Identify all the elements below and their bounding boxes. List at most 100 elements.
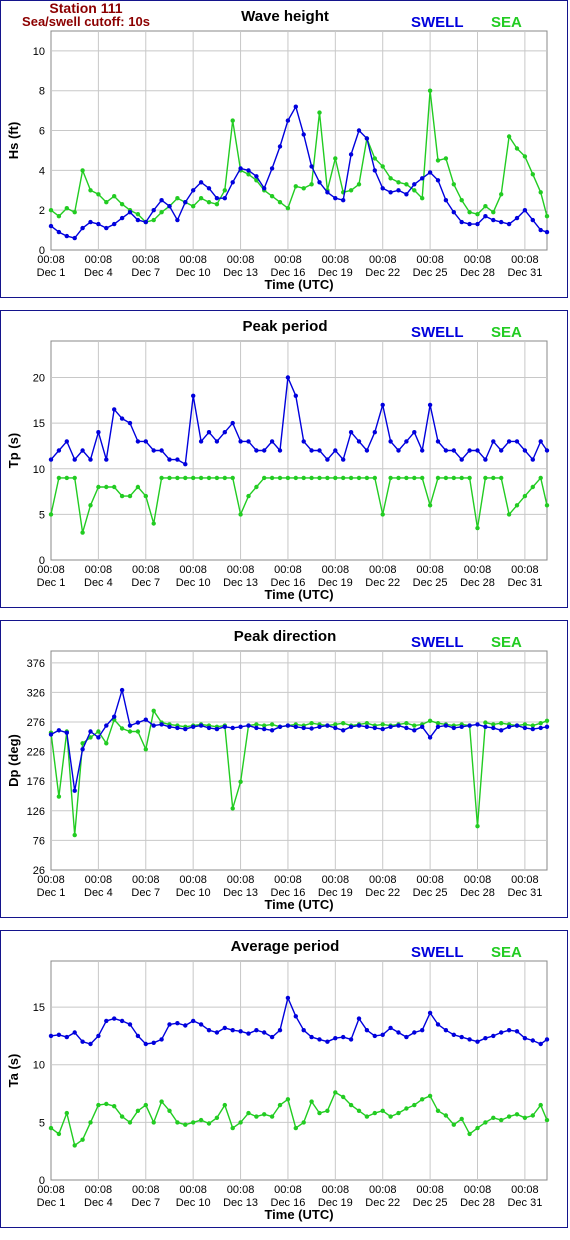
swell-point bbox=[475, 722, 480, 727]
swell-point bbox=[56, 448, 62, 453]
sea-point bbox=[483, 204, 488, 209]
x-tick-time: 00:08 bbox=[85, 564, 113, 576]
swell-point bbox=[143, 1041, 148, 1047]
swell-point bbox=[175, 457, 180, 462]
swell-point bbox=[372, 168, 377, 173]
swell-point bbox=[159, 1037, 164, 1042]
swell-point bbox=[348, 724, 354, 729]
sea-point bbox=[356, 1108, 362, 1113]
legend-swell: SWELL bbox=[411, 14, 464, 31]
sea-point bbox=[372, 1110, 377, 1116]
sea-point bbox=[301, 1120, 306, 1125]
x-tick-time: 00:08 bbox=[85, 874, 113, 886]
sea-point bbox=[135, 1108, 141, 1113]
x-tick-time: 00:08 bbox=[132, 564, 160, 576]
x-tick-date: Dec 31 bbox=[507, 577, 542, 589]
sea-point bbox=[420, 196, 425, 201]
swell-point bbox=[427, 170, 433, 175]
y-tick-label: 15 bbox=[33, 418, 45, 430]
x-tick-date: Dec 7 bbox=[131, 267, 160, 279]
swell-point bbox=[56, 1032, 62, 1037]
sea-point bbox=[475, 824, 480, 829]
chart-title: Peak period bbox=[242, 318, 327, 335]
swell-point bbox=[514, 215, 520, 221]
sea-point bbox=[112, 194, 117, 199]
swell-point bbox=[96, 1033, 101, 1039]
sea-point bbox=[151, 1120, 156, 1125]
sea-point bbox=[348, 475, 354, 481]
swell-point bbox=[104, 723, 109, 728]
swell-point bbox=[112, 714, 117, 719]
sea-point bbox=[151, 521, 156, 526]
swell-point bbox=[206, 186, 212, 191]
legend-swell: SWELL bbox=[411, 634, 464, 651]
sea-point bbox=[175, 1120, 180, 1125]
sea-point bbox=[48, 512, 54, 517]
sea-point bbox=[301, 186, 306, 191]
x-tick-date: Dec 7 bbox=[131, 577, 160, 589]
swell-point bbox=[191, 1018, 196, 1024]
swell-point bbox=[301, 132, 306, 137]
swell-point bbox=[88, 457, 93, 462]
swell-point bbox=[522, 208, 528, 213]
y-axis-label: Ta (s) bbox=[6, 1054, 21, 1088]
swell-point bbox=[459, 219, 464, 225]
swell-point bbox=[372, 1033, 377, 1039]
peak-period-chart: 0510152000:08Dec 100:08Dec 400:08Dec 700… bbox=[6, 318, 550, 602]
sea-point bbox=[159, 475, 164, 481]
sea-point bbox=[491, 1115, 496, 1120]
y-axis-label: Hs (ft) bbox=[6, 122, 21, 160]
swell-point bbox=[183, 726, 188, 732]
swell-point bbox=[412, 182, 417, 187]
swell-point bbox=[530, 217, 535, 223]
x-tick-date: Dec 4 bbox=[84, 1197, 113, 1209]
swell-point bbox=[167, 1022, 172, 1027]
average-period-panel: 0 5 10 15 00:08 Dec 1 00:08 Dec 4 00:08 Dec 7 00:0… bbox=[0, 930, 568, 1228]
swell-point bbox=[198, 1022, 204, 1027]
swell-point bbox=[88, 219, 93, 225]
swell-point bbox=[356, 1016, 362, 1021]
sea-point bbox=[459, 198, 464, 203]
sea-point bbox=[143, 1102, 148, 1108]
sea-point bbox=[459, 475, 464, 481]
sea-point bbox=[64, 206, 69, 211]
peak-period-panel: 0 5 10 15 20 00:08 Dec 1 00:08 Dec 4 00:08 Dec 7 00… bbox=[0, 310, 568, 608]
swell-point bbox=[175, 1021, 180, 1026]
swell-point bbox=[222, 1025, 227, 1031]
sea-point bbox=[262, 1112, 267, 1117]
sea-point bbox=[506, 512, 512, 517]
swell-point bbox=[333, 448, 338, 453]
swell-point bbox=[293, 1014, 298, 1019]
swell-point bbox=[175, 217, 180, 223]
swell-point bbox=[262, 186, 267, 191]
swell-point bbox=[198, 439, 204, 444]
sea-point bbox=[56, 794, 62, 799]
x-axis-label: Time (UTC) bbox=[264, 897, 333, 912]
sea-point bbox=[364, 475, 370, 481]
swell-point bbox=[214, 726, 220, 732]
swell-point bbox=[119, 1018, 125, 1024]
swell-point bbox=[104, 457, 109, 462]
sea-point bbox=[506, 1114, 512, 1119]
sea-point bbox=[206, 1121, 212, 1126]
y-tick-label: 2 bbox=[39, 205, 45, 217]
swell-point bbox=[285, 118, 291, 123]
y-tick-label: 10 bbox=[33, 1060, 45, 1072]
swell-point bbox=[143, 439, 148, 444]
sea-point bbox=[112, 484, 117, 490]
x-tick-date: Dec 31 bbox=[507, 1197, 542, 1209]
swell-point bbox=[238, 439, 243, 444]
swell-point bbox=[206, 725, 212, 731]
swell-point bbox=[285, 995, 291, 1001]
swell-point bbox=[491, 1033, 496, 1039]
swell-point bbox=[491, 439, 496, 444]
sea-point bbox=[262, 475, 267, 481]
swell-point bbox=[214, 196, 220, 201]
swell-point bbox=[230, 725, 235, 731]
swell-point bbox=[435, 178, 441, 183]
swell-point bbox=[262, 726, 267, 732]
swell-point bbox=[96, 735, 101, 740]
x-tick-date: Dec 10 bbox=[176, 1197, 211, 1209]
swell-point bbox=[459, 1034, 464, 1040]
sea-point bbox=[475, 212, 480, 217]
